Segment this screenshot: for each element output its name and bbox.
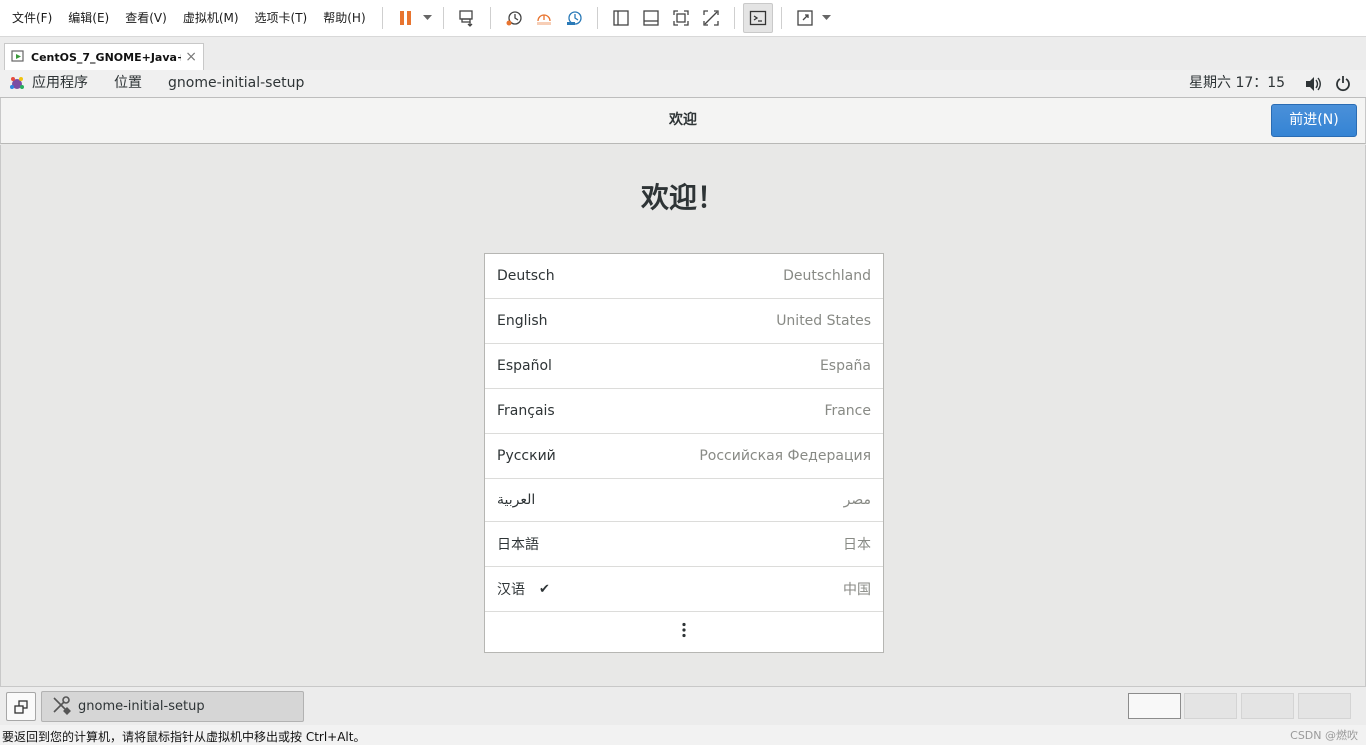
stretch-icon[interactable] — [790, 3, 820, 33]
language-row-arabic[interactable]: العربية مصر — [485, 479, 883, 522]
language-name: Deutsch — [497, 268, 555, 284]
language-row-espanol[interactable]: Español España — [485, 344, 883, 389]
language-name: English — [497, 313, 548, 329]
window-list-bar: gnome-initial-setup — [0, 686, 1366, 725]
toolbar-divider — [381, 7, 383, 29]
applications-menu[interactable]: 应用程序 — [32, 70, 88, 97]
language-row-english[interactable]: English United States — [485, 299, 883, 344]
more-languages-button[interactable] — [485, 612, 883, 652]
menu-vm[interactable]: 虚拟机(M) — [175, 0, 247, 37]
checkmark-icon: ✔ — [539, 581, 550, 597]
workspace-4[interactable] — [1298, 693, 1351, 719]
menu-tabs[interactable]: 选项卡(T) — [247, 0, 316, 37]
status-text: 要返回到您的计算机，请将鼠标指针从虚拟机中移出或按 Ctrl+Alt。 — [2, 730, 366, 744]
library-icon[interactable] — [636, 3, 666, 33]
language-region: France — [824, 403, 871, 419]
language-name: Español — [497, 358, 552, 374]
workspace-1[interactable] — [1128, 693, 1181, 719]
dropdown-caret-icon[interactable] — [421, 3, 435, 33]
close-icon[interactable]: × — [185, 49, 197, 65]
language-row-chinese[interactable]: 汉语 ✔ 中国 — [485, 567, 883, 612]
places-menu[interactable]: 位置 — [114, 70, 142, 97]
dropdown-caret-icon[interactable] — [820, 3, 834, 33]
menu-edit[interactable]: 编辑(E) — [60, 0, 117, 37]
language-name: 日本語 — [497, 537, 539, 553]
header-title: 欢迎 — [669, 112, 697, 128]
single-window-icon[interactable] — [606, 3, 636, 33]
menu-view[interactable]: 查看(V) — [117, 0, 175, 37]
workspace-3[interactable] — [1241, 693, 1294, 719]
revert-snapshot-icon[interactable] — [529, 3, 559, 33]
language-row-russian[interactable]: Русский Российская Федерация — [485, 434, 883, 479]
language-region: مصر — [843, 492, 871, 508]
vm-tab[interactable]: CentOS_7_GNOME+Java+... × — [4, 43, 204, 70]
taskbar-window-button[interactable]: gnome-initial-setup — [41, 691, 304, 722]
language-list: Deutsch Deutschland English United State… — [484, 253, 884, 653]
language-region: España — [819, 358, 871, 374]
toolbar-divider — [733, 7, 735, 29]
toolbar-divider — [596, 7, 598, 29]
console-view-icon[interactable] — [742, 3, 773, 33]
more-vertical-icon — [681, 622, 687, 642]
unity-icon[interactable] — [696, 3, 726, 33]
snapshot-manager-icon[interactable] — [559, 3, 589, 33]
language-name: العربية — [497, 492, 536, 508]
workspace-2[interactable] — [1184, 693, 1237, 719]
watermark: CSDN @燃吹 — [1290, 729, 1358, 742]
language-region: Deutschland — [783, 268, 871, 284]
language-region: 日本 — [843, 537, 871, 553]
language-name: Français — [497, 403, 555, 419]
vm-tab-title: CentOS_7_GNOME+Java+... — [31, 50, 181, 64]
language-region: Российская Федерация — [699, 448, 871, 464]
toolbar-divider — [442, 7, 444, 29]
vm-menubar: 文件(F) 编辑(E) 查看(V) 虚拟机(M) 选项卡(T) 帮助(H) — [0, 0, 1366, 37]
show-desktop-button[interactable] — [6, 692, 36, 721]
app-menu[interactable]: gnome-initial-setup — [168, 70, 304, 97]
send-ctrl-alt-del-icon[interactable] — [452, 3, 482, 33]
toolbar-divider — [780, 7, 782, 29]
status-bar: 要返回到您的计算机，请将鼠标指针从虚拟机中移出或按 Ctrl+Alt。 CSDN… — [0, 725, 1366, 745]
language-row-deutsch[interactable]: Deutsch Deutschland — [485, 254, 883, 299]
language-row-francais[interactable]: Français France — [485, 389, 883, 434]
clock[interactable]: 星期六 17：15 — [1189, 70, 1285, 97]
gnome-top-bar: 应用程序 位置 gnome-initial-setup 星期六 17：15 — [0, 70, 1366, 98]
language-region: United States — [776, 313, 871, 329]
toolbar-divider — [489, 7, 491, 29]
settings-tools-icon — [50, 694, 72, 720]
page-title: 欢迎！ — [640, 181, 725, 214]
next-button[interactable]: 前进(N) — [1271, 104, 1357, 137]
language-row-japanese[interactable]: 日本語 日本 — [485, 522, 883, 567]
vm-tab-strip: CentOS_7_GNOME+Java+... × — [0, 37, 1366, 70]
language-name: Русский — [497, 448, 556, 464]
language-name: 汉语 — [497, 582, 525, 598]
main-content: 欢迎！ Deutsch Deutschland English United S… — [0, 145, 1366, 686]
header-bar: 欢迎 前进(N) — [0, 98, 1366, 144]
menu-help[interactable]: 帮助(H) — [315, 0, 373, 37]
vm-icon — [11, 48, 25, 67]
language-region: 中国 — [843, 582, 871, 598]
menu-file[interactable]: 文件(F) — [0, 0, 60, 37]
pause-icon[interactable] — [391, 3, 421, 33]
snapshot-icon[interactable] — [499, 3, 529, 33]
full-screen-icon[interactable] — [666, 3, 696, 33]
taskbar-window-label: gnome-initial-setup — [78, 699, 205, 714]
